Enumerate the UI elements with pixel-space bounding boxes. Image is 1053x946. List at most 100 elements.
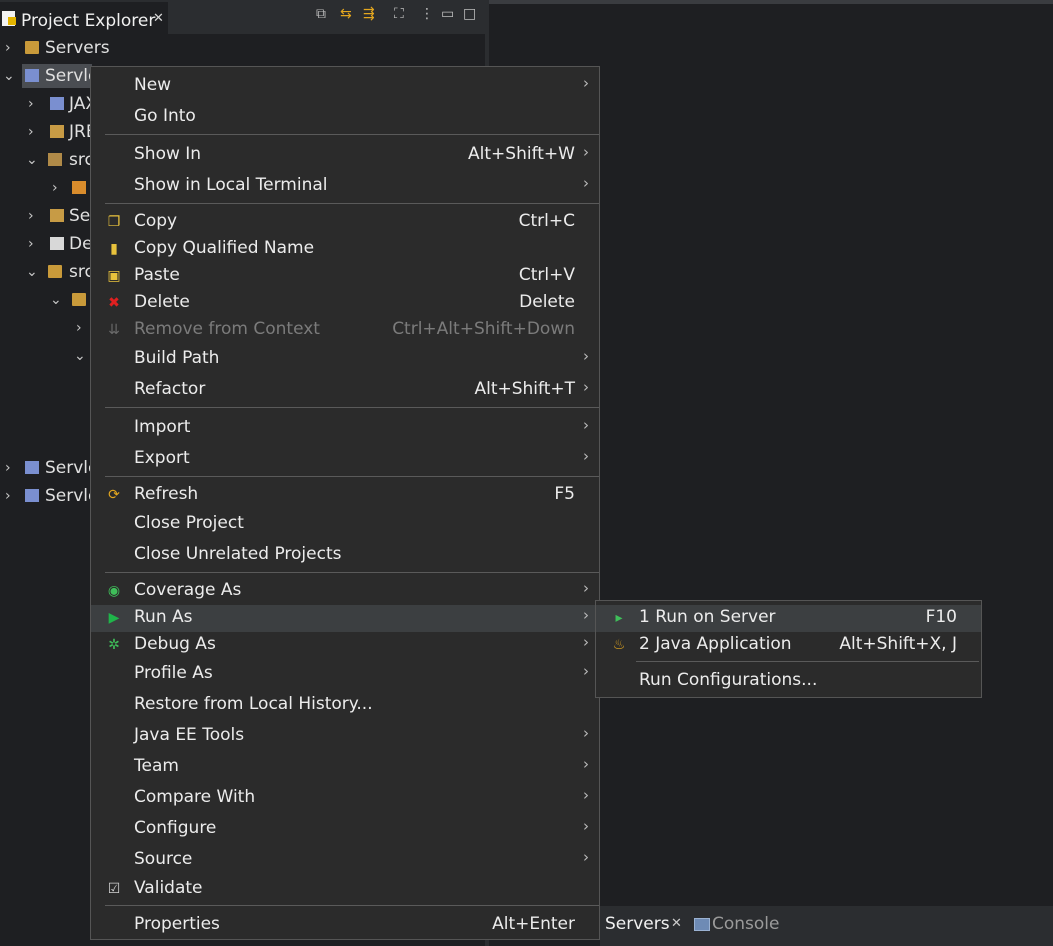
menu-separator: [105, 134, 599, 135]
menu-item-configure[interactable]: Configure ›: [91, 816, 599, 843]
tab-console[interactable]: Console: [712, 914, 780, 934]
close-icon[interactable]: ✕: [153, 11, 164, 26]
chevron-right-icon: ›: [583, 579, 589, 597]
menu-separator: [105, 572, 599, 573]
menu-item-delete[interactable]: ✖ Delete Delete: [91, 290, 599, 317]
close-icon[interactable]: ✕: [671, 916, 682, 931]
chevron-right-icon: ›: [583, 143, 589, 161]
chevron-right-icon: ›: [583, 662, 589, 680]
menu-item-coverage-as[interactable]: ◉ Coverage As ›: [91, 578, 599, 605]
chevron-down-icon[interactable]: ⌄: [26, 147, 38, 173]
chevron-down-icon[interactable]: ⌄: [26, 259, 38, 285]
menu-item-label: Delete: [134, 292, 190, 312]
chevron-right-icon[interactable]: ›: [28, 119, 40, 145]
menu-item-label: 1 Run on Server: [639, 607, 776, 627]
chevron-down-icon[interactable]: ⌄: [50, 287, 62, 313]
tree-item-servers[interactable]: › Servers: [0, 35, 480, 61]
menu-item-show-in-local-terminal[interactable]: Show in Local Terminal ›: [91, 173, 599, 200]
bottom-tab-bar: Servers ✕ Console: [600, 906, 1053, 946]
chevron-right-icon[interactable]: ›: [28, 91, 40, 117]
copy-qualified-name-icon: ▮: [110, 241, 118, 257]
chevron-down-icon[interactable]: ⌄: [3, 63, 15, 89]
menu-item-copy[interactable]: ❐ Copy Ctrl+C: [91, 209, 599, 236]
chevron-right-icon: ›: [583, 347, 589, 365]
minimize-icon[interactable]: ▭: [441, 6, 454, 22]
chevron-right-icon[interactable]: ›: [28, 231, 40, 257]
menu-item-label: Build Path: [134, 348, 220, 368]
menu-item-paste[interactable]: ▣ Paste Ctrl+V: [91, 263, 599, 290]
checkbox-icon: ☑: [107, 881, 121, 897]
tree-item-label: Servers: [45, 38, 110, 58]
chevron-right-icon: ›: [583, 174, 589, 192]
coverage-icon: ◉: [107, 583, 121, 599]
debug-bug-icon: ✲: [108, 637, 120, 653]
menu-separator: [105, 905, 599, 906]
menu-item-label: Refresh: [134, 484, 199, 504]
menu-item-copy-qualified-name[interactable]: ▮ Copy Qualified Name: [91, 236, 599, 263]
jar-icon: [50, 125, 64, 138]
menu-item-import[interactable]: Import ›: [91, 415, 599, 442]
menu-item-label: Coverage As: [134, 580, 242, 600]
menu-item-refactor[interactable]: Refactor Alt+Shift+T ›: [91, 377, 599, 404]
copy-icon: ❐: [107, 214, 121, 230]
chevron-right-icon: ›: [583, 724, 589, 742]
menu-item-label: Copy: [134, 211, 178, 231]
menu-item-debug-as[interactable]: ✲ Debug As ›: [91, 632, 599, 659]
menu-item-go-into[interactable]: Go Into: [91, 104, 599, 131]
chevron-right-icon: ›: [583, 848, 589, 866]
chevron-down-icon[interactable]: ⌄: [74, 343, 86, 369]
menu-item-close-unrelated-projects[interactable]: Close Unrelated Projects: [91, 542, 599, 569]
menu-item-build-path[interactable]: Build Path ›: [91, 346, 599, 373]
menu-item-profile-as[interactable]: Profile As ›: [91, 661, 599, 688]
menu-item-run-configurations[interactable]: Run Configurations...: [596, 668, 981, 695]
chevron-right-icon[interactable]: ›: [5, 35, 17, 61]
refresh-icon: ⟳: [108, 487, 120, 503]
menu-item-properties[interactable]: Properties Alt+Enter: [91, 912, 599, 939]
menu-item-source[interactable]: Source ›: [91, 847, 599, 874]
filter-icon[interactable]: ⇶: [363, 6, 375, 22]
menu-item-label: New: [134, 75, 172, 95]
run-as-submenu: ▸ 1 Run on Server F10 ♨ 2 Java Applicati…: [595, 600, 982, 698]
menu-item-team[interactable]: Team ›: [91, 754, 599, 781]
menu-item-label: Java EE Tools: [134, 725, 245, 745]
menu-item-run-as[interactable]: ▶ Run As ›: [91, 605, 599, 632]
menu-item-label: Restore from Local History...: [134, 694, 373, 714]
chevron-right-icon[interactable]: ›: [76, 315, 88, 341]
menu-item-close-project[interactable]: Close Project: [91, 511, 599, 538]
chevron-right-icon: ›: [583, 74, 589, 92]
tab-servers[interactable]: Servers: [605, 914, 670, 934]
menu-item-label: Team: [134, 756, 179, 776]
context-menu: New › Go Into Show In Alt+Shift+W › Show…: [90, 66, 600, 940]
chevron-right-icon[interactable]: ›: [5, 455, 17, 481]
focus-icon[interactable]: ⛶: [394, 6, 404, 22]
tab-label: Project Explorer: [21, 11, 156, 31]
menu-item-show-in[interactable]: Show In Alt+Shift+W ›: [91, 142, 599, 169]
view-menu-icon[interactable]: ⋮: [420, 6, 434, 22]
menu-item-java-application[interactable]: ♨ 2 Java Application Alt+Shift+X, J: [596, 632, 981, 659]
menu-item-validate[interactable]: ☑ Validate: [91, 876, 599, 903]
menu-item-label: Remove from Context: [134, 319, 320, 339]
menu-item-run-on-server[interactable]: ▸ 1 Run on Server F10: [596, 605, 981, 632]
run-icon: ▶: [108, 610, 120, 626]
chevron-right-icon[interactable]: ›: [28, 203, 40, 229]
link-with-editor-icon[interactable]: ⇆: [340, 6, 352, 22]
chevron-right-icon[interactable]: ›: [5, 483, 17, 509]
menu-item-refresh[interactable]: ⟳ Refresh F5: [91, 482, 599, 509]
console-icon: [694, 918, 710, 931]
chevron-right-icon: ›: [583, 447, 589, 465]
menu-item-new[interactable]: New ›: [91, 73, 599, 100]
tab-project-explorer[interactable]: Project Explorer ✕: [0, 2, 168, 34]
chevron-right-icon[interactable]: ›: [52, 175, 64, 201]
menu-item-java-ee-tools[interactable]: Java EE Tools ›: [91, 723, 599, 750]
menu-item-label: Source: [134, 849, 193, 869]
collapse-all-icon[interactable]: ⧉: [316, 6, 326, 22]
menu-item-label: Refactor: [134, 379, 206, 399]
menu-item-restore-from-local-history[interactable]: Restore from Local History...: [91, 692, 599, 719]
maximize-icon[interactable]: □: [463, 6, 476, 22]
menu-item-compare-with[interactable]: Compare With ›: [91, 785, 599, 812]
tree-item-label: Se: [69, 206, 91, 226]
menu-item-label: Copy Qualified Name: [134, 238, 315, 258]
menu-item-export[interactable]: Export ›: [91, 446, 599, 473]
remove-from-context-icon: ⇊: [108, 322, 120, 338]
menu-separator: [105, 476, 599, 477]
